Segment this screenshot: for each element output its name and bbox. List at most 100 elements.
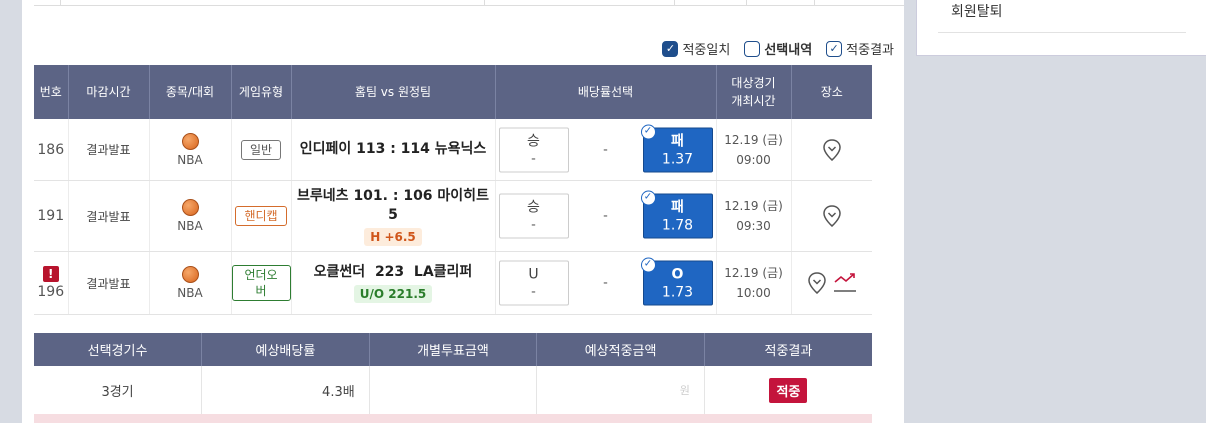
col-hosting-time: 대상경기 개최시간 — [716, 65, 792, 119]
filter-label: 선택내역 — [764, 43, 813, 58]
game-type-badge: 언더오버 — [231, 265, 291, 301]
expected-win: 원 — [536, 366, 705, 414]
game-number: 191 — [37, 208, 65, 224]
expected-rate: 4.3배 — [201, 366, 370, 414]
game-time: 09:00 — [736, 152, 771, 167]
filter-label: 적중결과 — [846, 43, 894, 58]
location-pin-icon[interactable] — [807, 271, 827, 295]
odds-value: 1.37 — [661, 151, 694, 167]
game-status: 결과발표 — [86, 209, 131, 224]
odds-label: 승 — [527, 133, 540, 149]
location-pin-icon[interactable] — [822, 204, 842, 228]
odds-cell: 승 - - ✓ 패 1.37 — [495, 119, 717, 181]
checkbox-checked-icon[interactable]: ✓ — [662, 40, 679, 57]
odds-cell: 승 - - ✓ 패 1.78 — [495, 180, 717, 252]
type-cell: 일반 — [231, 119, 292, 181]
games-table: 번호 마감시간 종목/대회 게임유형 홈팀 vs 원정팀 배당률선택 대상경기 … — [34, 65, 872, 315]
withdraw-link[interactable]: 회원탈퇴 — [951, 1, 1003, 21]
venue-cell — [791, 180, 872, 252]
status-cell: 결과발표 — [68, 251, 150, 315]
game-number-cell: ! 196 — [34, 251, 69, 315]
league-name: NBA — [177, 286, 203, 300]
check-circle-icon: ✓ — [640, 190, 656, 206]
hosting-time-cell: 12.19 (금) 09:30 — [716, 180, 792, 252]
league-cell: NBA — [149, 251, 232, 315]
alert-icon: ! — [42, 266, 59, 282]
over-under-badge: U/O 221.5 — [353, 285, 433, 303]
main-panel: ✓ 적중일치 선택내역 ✓ 적중결과 번호 마감시간 종목/대회 게임유형 홈팀… — [22, 0, 904, 423]
matchup-text: 오클썬더 223 LA클리퍼 — [313, 264, 473, 280]
bet-amount — [369, 366, 538, 414]
league-name: NBA — [177, 152, 203, 167]
game-status: 결과발표 — [86, 276, 131, 291]
col-matchup: 홈팀 vs 원정팀 — [291, 65, 496, 119]
filter-selection-history[interactable]: 선택내역 — [744, 39, 812, 58]
filter-hit-match[interactable]: ✓ 적중일치 — [662, 39, 730, 58]
game-time: 10:00 — [736, 286, 771, 300]
odds-under-button[interactable]: U - — [498, 260, 569, 306]
checkbox-outline-checked-icon[interactable]: ✓ — [826, 40, 843, 57]
filter-hit-result[interactable]: ✓ 적중결과 — [826, 39, 894, 58]
trend-chart-icon[interactable] — [833, 271, 857, 295]
sidebar-panel: 회원탈퇴 — [916, 0, 1206, 56]
filter-label: 적중일치 — [682, 43, 731, 58]
odds-over-button-selected[interactable]: ✓ O 1.73 — [640, 257, 713, 306]
col-selected-count: 선택경기수 — [34, 333, 203, 366]
league-name: NBA — [177, 219, 203, 233]
basketball-icon — [181, 199, 199, 216]
odds-value: - — [531, 284, 536, 300]
matchup-cell: 브루네츠 101. : 106 마이히트 5 H +6.5 — [291, 180, 496, 252]
hosting-time-cell: 12.19 (금) 09:00 — [716, 119, 792, 181]
game-number-cell: 186 — [34, 119, 69, 181]
odds-value: 1.73 — [661, 284, 694, 301]
league-cell: NBA — [149, 180, 232, 252]
col-hosting-line1: 대상경기 — [731, 76, 776, 90]
col-odds-select: 배당률선택 — [495, 65, 717, 119]
betting-summary-table: 선택경기수 예상배당률 개별투표금액 예상적중금액 적중결과 3경기 4.3배 … — [34, 333, 872, 414]
col-expected-rate: 예상배당률 — [201, 333, 370, 366]
odds-draw[interactable]: - — [603, 276, 608, 291]
odds-home-button[interactable]: 승 - — [498, 193, 569, 239]
check-circle-icon: ✓ — [640, 124, 656, 139]
summary-header-row: 선택경기수 예상배당률 개별투표금액 예상적중금액 적중결과 — [34, 333, 872, 366]
venue-cell — [791, 251, 872, 315]
location-pin-icon[interactable] — [822, 138, 842, 162]
odds-away-button-selected[interactable]: ✓ 패 1.37 — [640, 124, 713, 172]
table-row: 191 결과발표 NBA 핸디캡 브루네츠 101. : 106 마이히트 5 … — [34, 180, 872, 252]
matchup-text: 브루네츠 101. : 106 마이히트 5 — [297, 187, 489, 223]
table-header-row: 번호 마감시간 종목/대회 게임유형 홈팀 vs 원정팀 배당률선택 대상경기 … — [34, 65, 872, 119]
table-row: 186 결과발표 NBA 일반 인디페이 113 : 114 뉴욕닉스 승 - … — [34, 119, 872, 181]
col-bet-amount: 개별투표금액 — [369, 333, 538, 366]
bottom-highlight-bar — [34, 414, 872, 423]
game-time: 09:30 — [736, 219, 771, 233]
hit-result-badge: 적중 — [769, 377, 808, 403]
league-cell: NBA — [149, 119, 232, 181]
matchup-cell: 인디페이 113 : 114 뉴욕닉스 — [291, 119, 496, 181]
venue-cell — [791, 119, 872, 181]
win-amount-suffix: 원 — [679, 384, 690, 397]
col-venue: 장소 — [791, 65, 872, 119]
status-cell: 결과발표 — [68, 119, 150, 181]
odds-draw[interactable]: - — [603, 209, 608, 224]
odds-home-button[interactable]: 승 - — [498, 127, 569, 172]
odds-value: - — [531, 151, 536, 166]
col-game-type: 게임유형 — [231, 65, 292, 119]
hit-result-cell: 적중 — [704, 366, 872, 414]
game-type-badge: 핸디캡 — [235, 206, 287, 226]
game-status: 결과발표 — [86, 143, 131, 157]
handicap-badge: H +6.5 — [364, 227, 422, 246]
hosting-time-cell: 12.19 (금) 10:00 — [716, 251, 792, 315]
checkbox-unchecked-icon[interactable] — [744, 40, 761, 57]
game-number: 186 — [37, 141, 65, 158]
odds-label: 승 — [527, 199, 540, 216]
game-number-cell: 191 — [34, 180, 69, 252]
game-date: 12.19 (금) — [724, 199, 783, 213]
basketball-icon — [181, 132, 199, 150]
filter-bar: ✓ 적중일치 선택내역 ✓ 적중결과 — [662, 39, 894, 58]
type-cell: 핸디캡 — [231, 180, 292, 252]
odds-away-button-selected[interactable]: ✓ 패 1.78 — [640, 190, 713, 239]
col-hosting-line2: 개최시간 — [731, 94, 776, 108]
status-cell: 결과발표 — [68, 180, 150, 252]
matchup-text: 인디페이 113 : 114 뉴욕닉스 — [299, 141, 487, 157]
odds-draw[interactable]: - — [603, 142, 608, 157]
